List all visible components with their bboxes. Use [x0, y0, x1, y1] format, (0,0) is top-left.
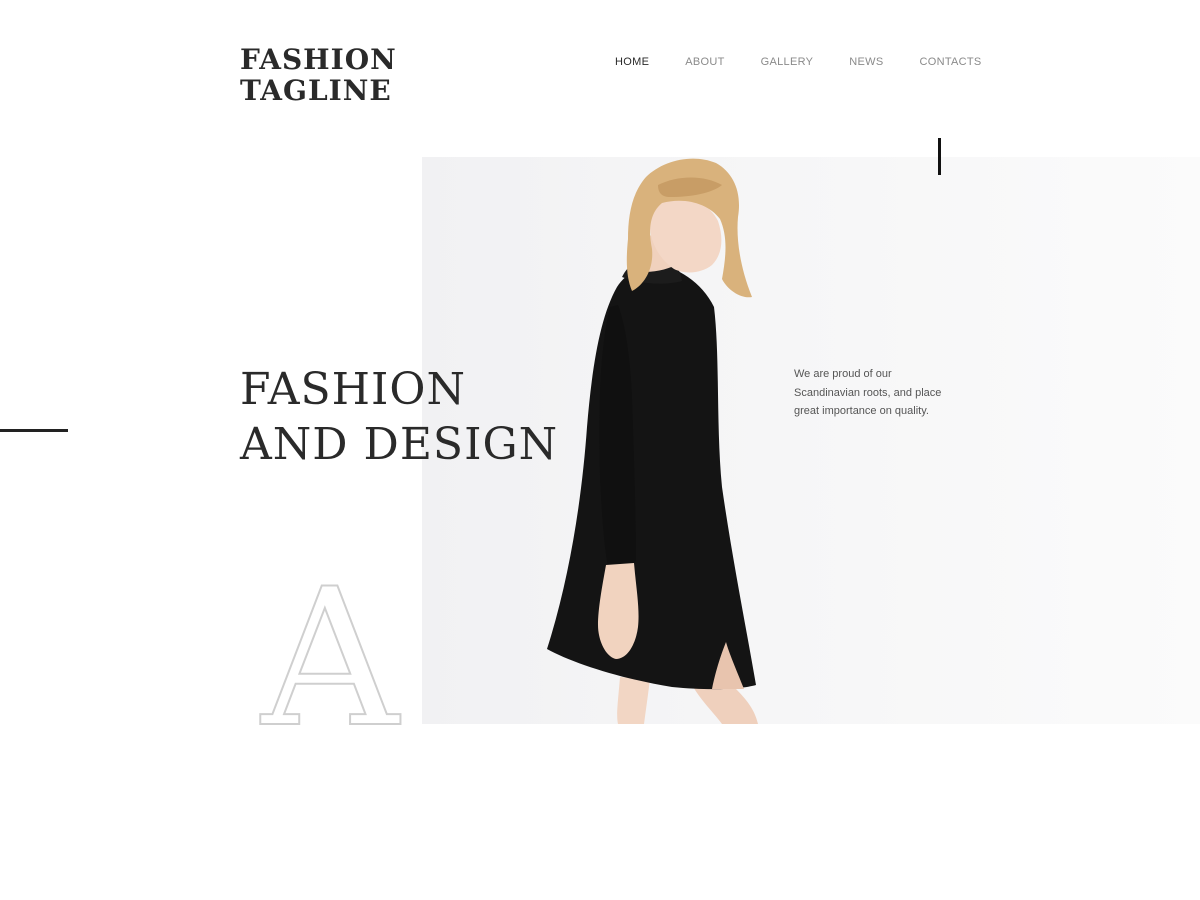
- nav-item-home[interactable]: HOME: [615, 56, 649, 68]
- decorative-letter-glyph: A: [259, 584, 401, 730]
- accent-horizontal-line: [0, 429, 68, 432]
- hero-description: We are proud of our Scandinavian roots, …: [794, 368, 942, 417]
- hero-headline-line-1: FASHION: [240, 364, 466, 415]
- nav-item-contacts[interactable]: CONTACTS: [919, 56, 981, 68]
- main-nav: HOME ABOUT GALLERY NEWS CONTACTS: [615, 56, 982, 68]
- accent-vertical-line: [938, 138, 941, 175]
- nav-item-gallery[interactable]: GALLERY: [761, 56, 814, 68]
- nav-item-news[interactable]: NEWS: [849, 56, 883, 68]
- site-logo[interactable]: FASHION TAGLINE: [240, 44, 397, 106]
- nav-item-about[interactable]: ABOUT: [685, 56, 724, 68]
- page: FASHION TAGLINE HOME ABOUT GALLERY NEWS …: [0, 0, 1200, 900]
- logo-line-1: FASHION: [240, 43, 397, 76]
- hero-headline-line-2: AND DESIGN: [240, 419, 559, 470]
- hero-headline: FASHION AND DESIGN: [240, 362, 558, 472]
- logo-line-2: TAGLINE: [240, 74, 392, 107]
- decorative-letter: A: [258, 584, 402, 730]
